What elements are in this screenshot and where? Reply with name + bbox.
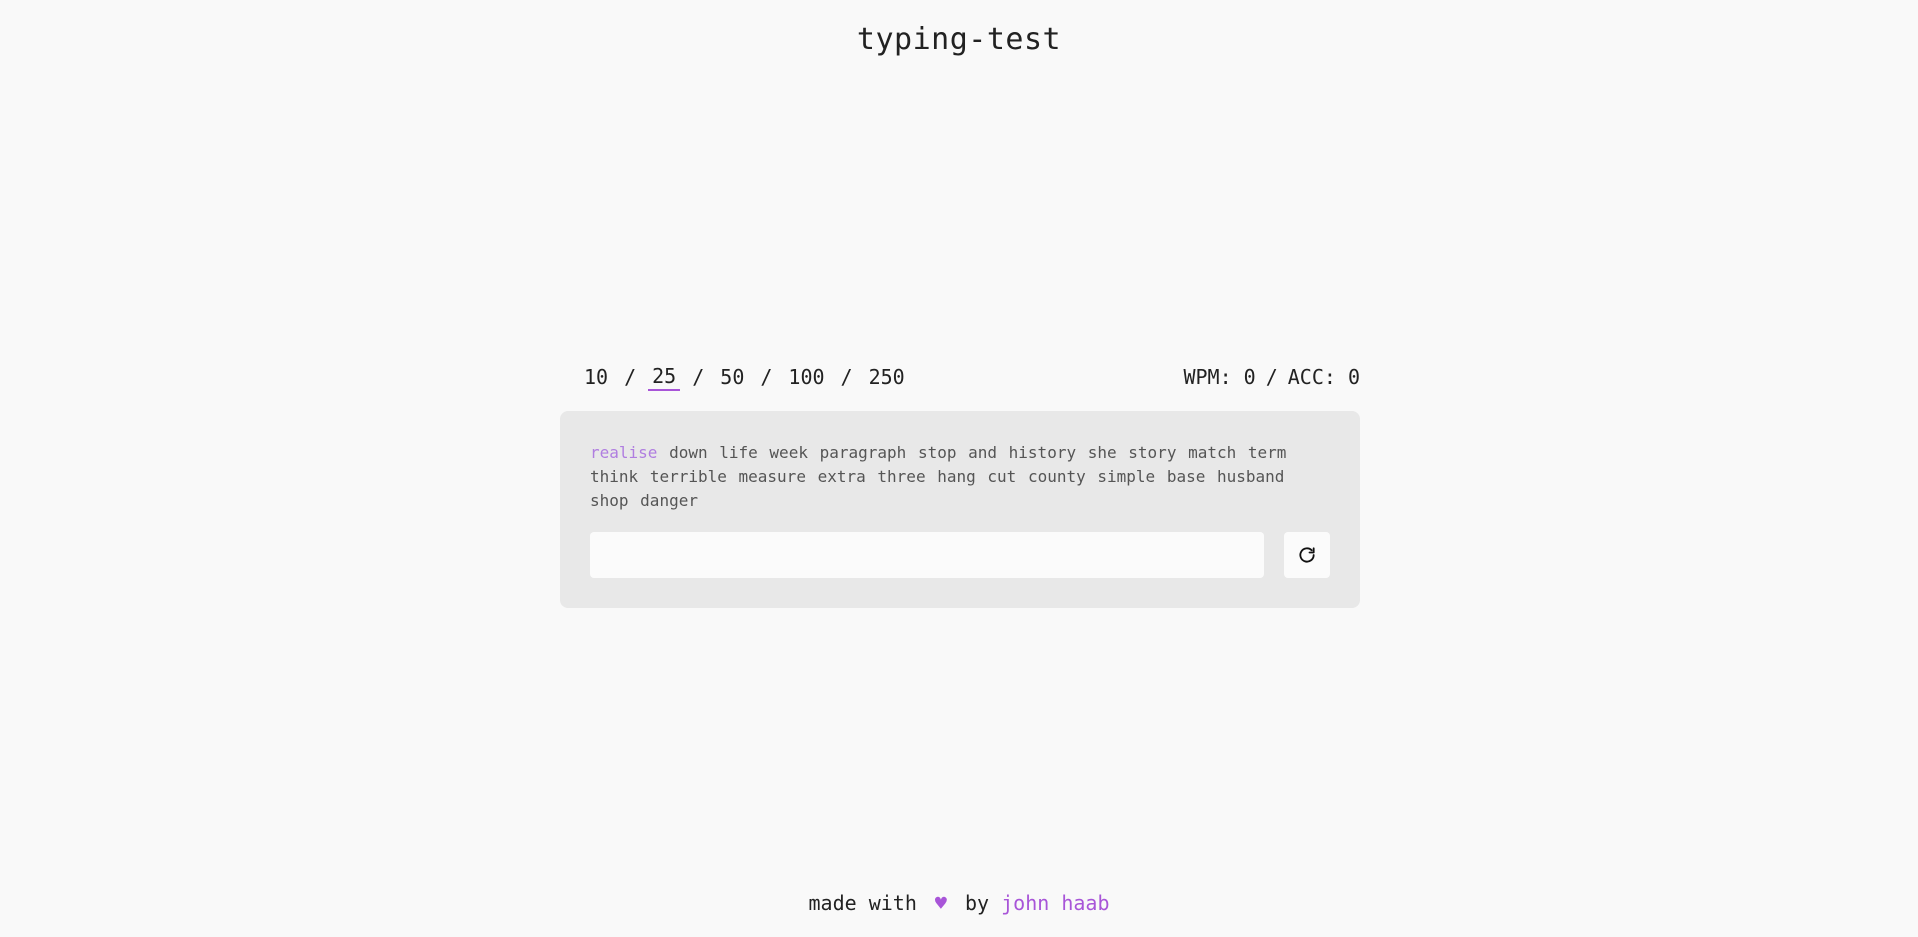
word-count-separator: / <box>840 365 853 389</box>
word-list: realise down life week paragraph stop an… <box>590 441 1330 513</box>
word: measure <box>738 467 806 486</box>
word: cut <box>987 467 1017 486</box>
wpm-stat: WPM: 0 <box>1183 365 1256 389</box>
current-word: realise <box>590 443 658 462</box>
accuracy-stat: ACC: 0 <box>1287 365 1360 389</box>
redo-icon <box>1297 545 1317 565</box>
word-count-option-100[interactable]: 100 <box>784 364 828 390</box>
heart-icon: ♥ <box>934 891 947 915</box>
word: extra <box>817 467 866 486</box>
stats-display: WPM: 0 / ACC: 0 <box>1183 365 1360 389</box>
word-count-option-10[interactable]: 10 <box>580 364 612 390</box>
word: base <box>1166 467 1206 486</box>
word: danger <box>640 491 698 510</box>
word: she <box>1087 443 1117 462</box>
typing-card: realise down life week paragraph stop an… <box>560 411 1360 608</box>
word: story <box>1128 443 1177 462</box>
word: simple <box>1097 467 1156 486</box>
word: life <box>719 443 758 462</box>
typing-input[interactable] <box>590 532 1264 578</box>
word: think <box>590 467 639 486</box>
word-count-separator: / <box>760 365 773 389</box>
word-count-selector: 10 / 25 / 50 / 100 / 250 <box>560 363 909 391</box>
word-count-option-250[interactable]: 250 <box>865 364 909 390</box>
word: husband <box>1216 467 1285 486</box>
control-bar: 10 / 25 / 50 / 100 / 250 WPM: 0 / ACC: 0 <box>560 362 1360 392</box>
word-count-separator: / <box>624 365 637 389</box>
author-link[interactable]: john haab <box>1001 891 1109 915</box>
word: stop <box>917 443 957 462</box>
word: match <box>1188 443 1237 462</box>
footer-made-with: made with <box>808 891 917 915</box>
word: shop <box>590 491 629 510</box>
word: down <box>669 443 708 462</box>
footer-by: by <box>965 891 990 915</box>
page-title: typing-test <box>856 22 1062 57</box>
word: county <box>1027 467 1086 486</box>
page: typing-test 10 / 25 / 50 / 100 / 250 WPM… <box>0 0 1918 937</box>
word-count-option-25[interactable]: 25 <box>648 363 681 391</box>
word: history <box>1008 443 1077 462</box>
word-count-option-50[interactable]: 50 <box>716 364 748 390</box>
word: and <box>968 443 998 462</box>
word: hang <box>937 467 976 486</box>
word-count-separator: / <box>692 365 705 389</box>
stats-separator: / <box>1265 365 1278 389</box>
footer: made with ♥ by john haab <box>0 891 1918 915</box>
redo-button[interactable] <box>1284 532 1330 578</box>
word: week <box>769 443 808 462</box>
word: three <box>877 467 926 486</box>
word: term <box>1247 443 1287 462</box>
word: terrible <box>649 467 727 486</box>
word: paragraph <box>819 443 907 462</box>
input-row <box>590 532 1330 578</box>
